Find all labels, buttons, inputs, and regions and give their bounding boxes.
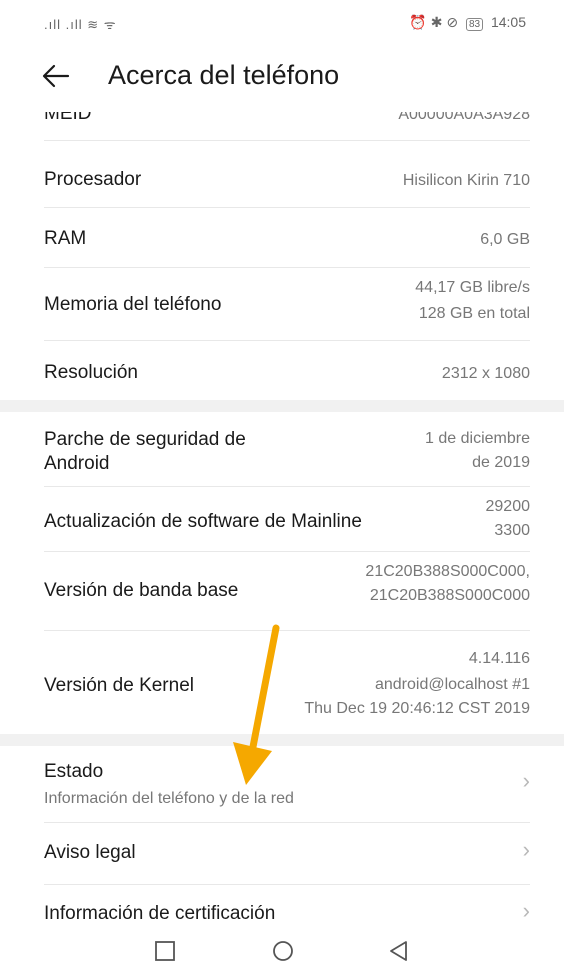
row-resolucion: Resolución 2312 x 1080 xyxy=(0,340,564,402)
row-label: Versión de Kernel xyxy=(44,675,194,696)
row-estado[interactable]: Estado Información del teléfono y de la … xyxy=(0,746,564,822)
row-label: Estado xyxy=(44,761,104,782)
row-value-line1: 44,17 GB libre/s xyxy=(415,279,530,296)
section-gap xyxy=(0,734,564,746)
row-value-line2: 21C20B388S000C000 xyxy=(369,587,530,604)
row-label: Procesador xyxy=(44,169,142,190)
row-ram: RAM 6,0 GB xyxy=(0,207,564,269)
row-label-line1: Parche de seguridad de xyxy=(44,429,246,450)
row-label: Versión de banda base xyxy=(44,580,239,601)
row-value-line1: 29200 xyxy=(485,498,531,515)
row-value-line1: 4.14.116 xyxy=(468,650,530,667)
row-mainline: Actualización de software de Mainline 29… xyxy=(0,486,564,550)
system-nav-bar xyxy=(0,924,564,980)
chevron-right-icon: › xyxy=(522,898,530,923)
square-icon[interactable] xyxy=(150,936,180,966)
status-bar: .ıll .ıll ≋ ᯤ ⏰ ✱ ⊘ 83 14:05 xyxy=(0,0,564,46)
status-icons: ⏰ ✱ ⊘ xyxy=(409,14,459,30)
row-value-line2: 3300 xyxy=(494,522,530,539)
page-title: Acerca del teléfono xyxy=(108,60,340,90)
row-meid: MEID A00000A0A3A928 xyxy=(0,103,564,138)
battery-icon: 83 xyxy=(465,18,484,31)
row-kernel: Versión de Kernel 4.14.116 android@local… xyxy=(0,630,564,730)
row-label: Aviso legal xyxy=(44,842,136,863)
row-label: MEID xyxy=(44,103,92,124)
chevron-right-icon: › xyxy=(522,768,530,793)
row-value-line1: 21C20B388S000C000, xyxy=(365,563,530,580)
row-value: A00000A0A3A928 xyxy=(398,106,530,123)
row-value: 2312 x 1080 xyxy=(441,365,530,382)
triangle-back-icon[interactable] xyxy=(384,936,414,966)
row-value-line1: 1 de diciembre xyxy=(425,430,530,447)
row-value: Hisilicon Kirin 710 xyxy=(402,172,530,189)
row-label: Actualización de software de Mainline xyxy=(44,511,362,532)
row-aviso-legal[interactable]: Aviso legal › xyxy=(0,822,564,882)
arrow-left-icon[interactable] xyxy=(40,60,72,92)
row-value-line2: 128 GB en total xyxy=(418,305,530,322)
row-value-line2: de 2019 xyxy=(472,454,530,471)
signal-icons: .ıll .ıll ≋ ᯤ xyxy=(44,17,117,32)
row-value: 6,0 GB xyxy=(480,231,530,248)
row-label: Memoria del teléfono xyxy=(44,294,222,315)
row-label-line2: Android xyxy=(44,453,110,474)
status-right: ⏰ ✱ ⊘ 83 14:05 xyxy=(409,14,526,31)
row-value-line2: android@localhost #1 xyxy=(374,676,530,693)
row-memoria: Memoria del teléfono 44,17 GB libre/s 12… xyxy=(0,267,564,339)
circle-icon[interactable] xyxy=(268,936,298,966)
row-label: RAM xyxy=(44,228,87,249)
clock: 14:05 xyxy=(490,14,526,30)
screen: .ıll .ıll ≋ ᯤ ⏰ ✱ ⊘ 83 14:05 Acerca del … xyxy=(0,0,564,980)
row-parche: Parche de seguridad de Android 1 de dici… xyxy=(0,412,564,486)
row-subtitle: Información del teléfono y de la red xyxy=(44,790,294,807)
battery-level: 83 xyxy=(468,19,481,30)
row-banda-base: Versión de banda base 21C20B388S000C000,… xyxy=(0,551,564,615)
row-procesador: Procesador Hisilicon Kirin 710 xyxy=(0,140,564,200)
chevron-right-icon: › xyxy=(522,837,530,862)
row-label: Información de certificación xyxy=(44,903,276,924)
row-label: Resolución xyxy=(44,362,138,383)
app-header: Acerca del teléfono xyxy=(0,56,564,102)
row-value-line3: Thu Dec 19 20:46:12 CST 2019 xyxy=(304,700,530,717)
section-gap xyxy=(0,400,564,412)
